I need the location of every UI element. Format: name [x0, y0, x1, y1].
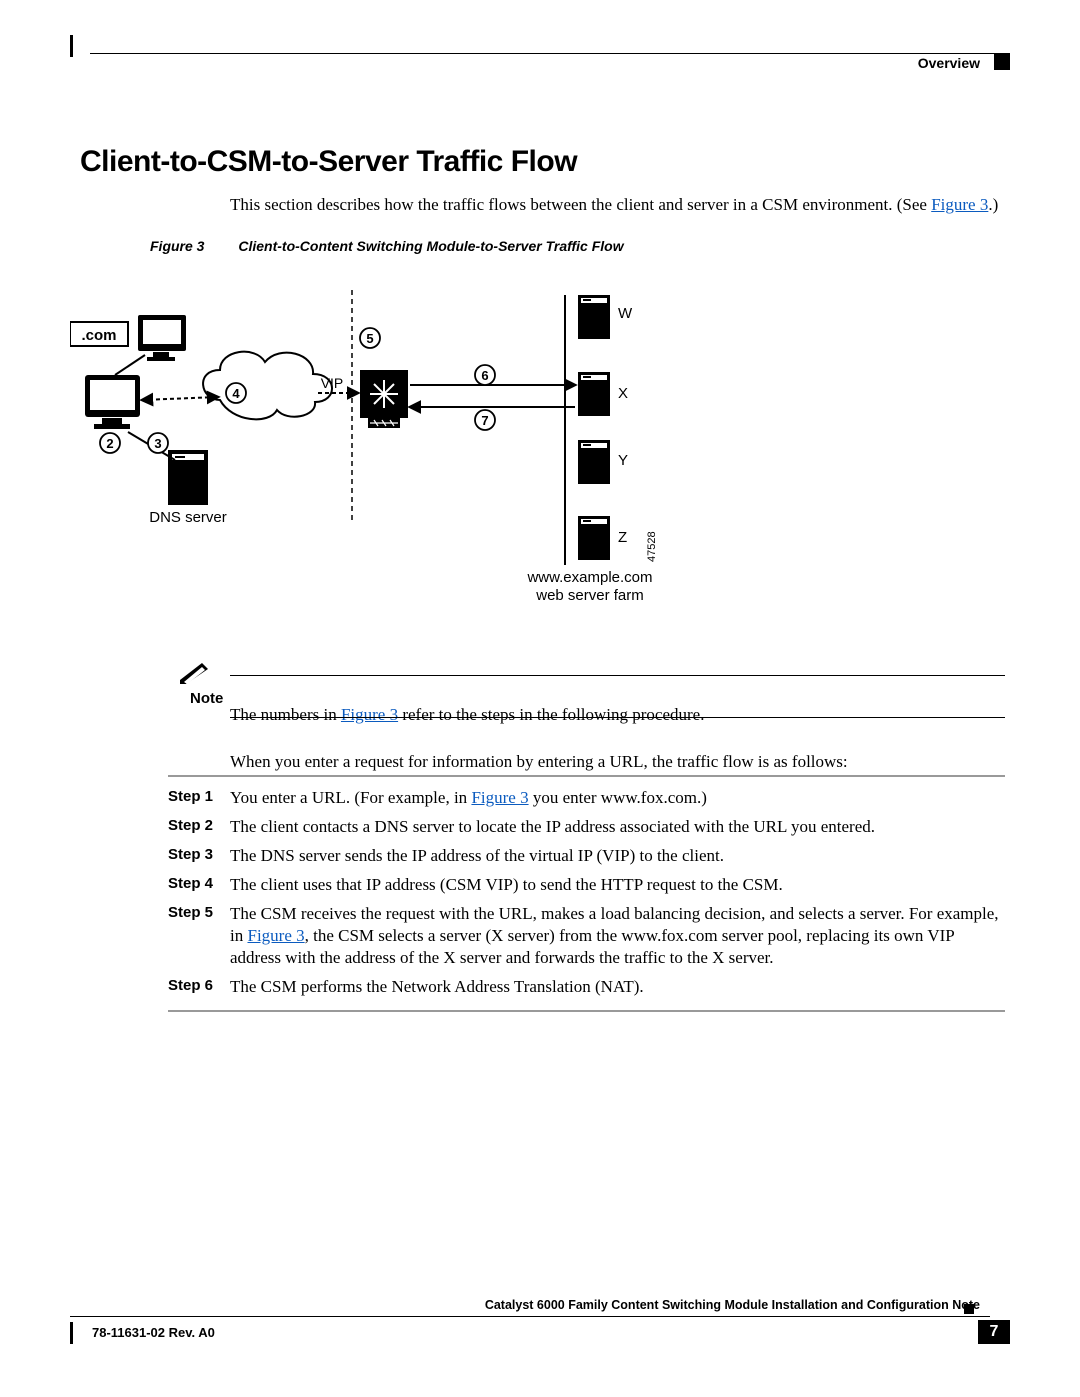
intro-paragraph: This section describes how the traffic f…	[230, 194, 1000, 216]
step-1-label: Step 1	[168, 787, 230, 809]
server-y-label: Y	[618, 452, 628, 469]
step-5-label: Step 5	[168, 903, 230, 969]
server-z-icon	[578, 516, 610, 560]
step-5-text: The CSM receives the request with the UR…	[230, 903, 1005, 969]
cloud-icon	[203, 352, 332, 420]
line-client-dotcom	[115, 355, 145, 375]
svg-text:2: 2	[106, 436, 113, 451]
header-tick	[70, 35, 78, 57]
dns-server-label: DNS server	[149, 509, 227, 526]
step-2-text: The client contacts a DNS server to loca…	[230, 816, 1005, 838]
svg-text:4: 4	[232, 386, 240, 401]
csm-switch-icon	[360, 370, 408, 428]
note-text: The numbers in Figure 3 refer to the ste…	[230, 705, 1000, 725]
footer-doc-title: Catalyst 6000 Family Content Switching M…	[485, 1298, 980, 1312]
figure-3-link-step5[interactable]: Figure 3	[247, 926, 304, 945]
traffic-flow-diagram: .com DNS server VIP	[70, 260, 770, 620]
step-2: Step 2 The client contacts a DNS server …	[168, 816, 1005, 838]
step-3-text: The DNS server sends the IP address of t…	[230, 845, 1005, 867]
footer-rule	[70, 1316, 990, 1317]
step-1-text: You enter a URL. (For example, in Figure…	[230, 787, 1005, 809]
figure-number: Figure 3	[150, 238, 204, 254]
header-chapter: Overview	[918, 55, 980, 71]
step-4: Step 4 The client uses that IP address (…	[168, 874, 1005, 896]
callout-5: 5	[360, 328, 380, 348]
figure-id: 47528	[646, 531, 658, 562]
step-6: Step 6 The CSM performs the Network Addr…	[168, 976, 1005, 998]
farm-label-1: www.example.com	[526, 569, 652, 586]
pencil-icon	[178, 660, 212, 684]
callout-4: 4	[226, 383, 246, 403]
step-1: Step 1 You enter a URL. (For example, in…	[168, 787, 1005, 809]
vip-label: VIP	[321, 375, 344, 391]
callout-3: 3	[148, 433, 168, 453]
dotcom-monitor-icon	[138, 315, 186, 361]
figure-caption: Figure 3 Client-to-Content Switching Mod…	[150, 238, 624, 254]
server-x-label: X	[618, 385, 628, 402]
step-5: Step 5 The CSM receives the request with…	[168, 903, 1005, 969]
figure-3-link-step1[interactable]: Figure 3	[471, 788, 528, 807]
note-label: Note	[190, 690, 223, 707]
footer-tick	[70, 1322, 78, 1344]
svg-text:3: 3	[154, 436, 161, 451]
server-y-icon	[578, 440, 610, 484]
figure-title: Client-to-Content Switching Module-to-Se…	[238, 238, 623, 254]
server-w-label: W	[618, 305, 633, 322]
callout-7: 7	[475, 410, 495, 430]
note-post: refer to the steps in the following proc…	[398, 705, 704, 724]
procedure-intro: When you enter a request for information…	[230, 752, 1000, 772]
client-computer-icon	[85, 375, 140, 429]
callout-6: 6	[475, 365, 495, 385]
step-6-label: Step 6	[168, 976, 230, 998]
step-4-label: Step 4	[168, 874, 230, 896]
figure-3-link-note[interactable]: Figure 3	[341, 705, 398, 724]
callout-2: 2	[100, 433, 120, 453]
step-3: Step 3 The DNS server sends the IP addre…	[168, 845, 1005, 867]
note-rule-top	[230, 675, 1005, 676]
intro-post: .)	[988, 195, 998, 214]
note-pre: The numbers in	[230, 705, 341, 724]
steps-rule-bottom	[168, 1010, 1005, 1012]
steps-rule-top	[168, 775, 1005, 777]
page-number: 7	[978, 1320, 1010, 1344]
page-title: Client-to-CSM-to-Server Traffic Flow	[80, 145, 577, 179]
step-3-label: Step 3	[168, 845, 230, 867]
footer-revision: 78-11631-02 Rev. A0	[92, 1325, 215, 1340]
server-z-label: Z	[618, 529, 627, 546]
intro-pre: This section describes how the traffic f…	[230, 195, 931, 214]
farm-label-2: web server farm	[535, 587, 644, 604]
server-w-icon	[578, 295, 610, 339]
step-2-label: Step 2	[168, 816, 230, 838]
server-x-icon	[578, 372, 610, 416]
step-4-text: The client uses that IP address (CSM VIP…	[230, 874, 1005, 896]
steps-list: Step 1 You enter a URL. (For example, in…	[168, 787, 1005, 1012]
figure-3-link[interactable]: Figure 3	[931, 195, 988, 214]
header-square-icon	[994, 54, 1010, 70]
svg-text:7: 7	[481, 413, 488, 428]
line-client-cloud	[142, 397, 218, 400]
svg-text:5: 5	[366, 331, 373, 346]
note-rule-bottom	[230, 717, 1005, 718]
step-6-text: The CSM performs the Network Address Tra…	[230, 976, 1005, 998]
svg-text:6: 6	[481, 368, 488, 383]
header-rule	[90, 53, 1010, 54]
dotcom-label: .com	[81, 327, 116, 344]
